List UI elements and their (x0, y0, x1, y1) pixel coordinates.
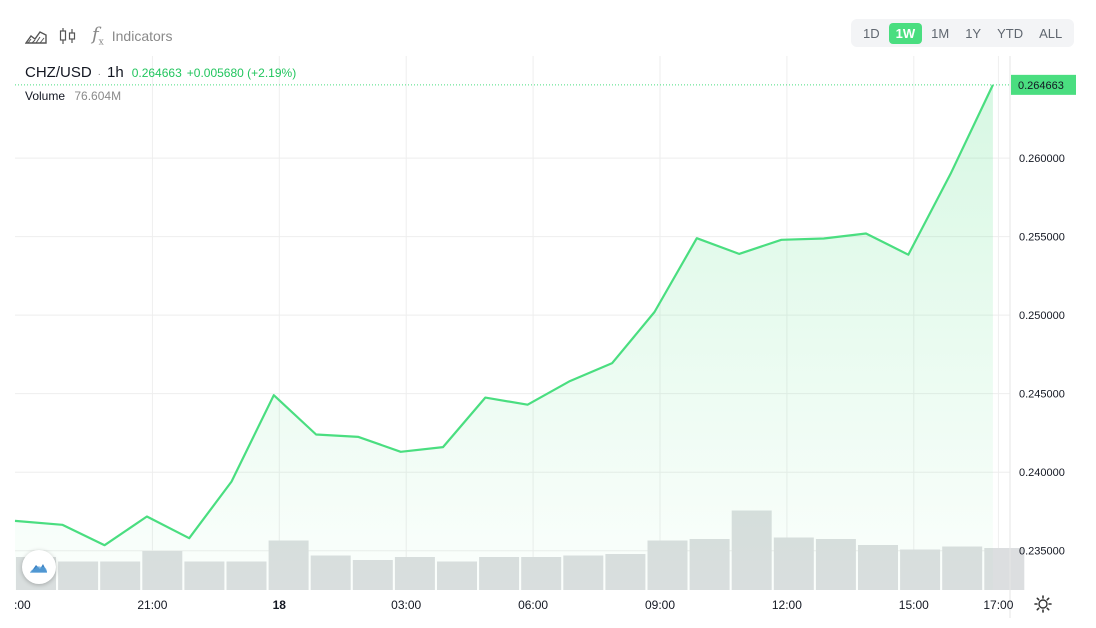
last-price: 0.264663 (131, 66, 182, 80)
y-tick-label-1: 0.240000 (1019, 467, 1065, 479)
x-tick-label-5: 09:00 (645, 598, 675, 612)
chart-legend: CHZ/USD · 1h 0.264663 +0.005680 (+2.19%)… (25, 64, 297, 103)
y-tick-label-0: 0.235000 (1019, 546, 1065, 558)
x-tick-label-3: 03:00 (391, 598, 421, 612)
last-price-badge-label: 0.264663 (1018, 80, 1064, 92)
x-tick-label-0: :00 (14, 598, 31, 612)
cloud-logo-icon (30, 564, 47, 573)
x-tick-label-4: 06:00 (518, 598, 548, 612)
x-tick-label-7: 15:00 (899, 598, 929, 612)
y-tick-label-2: 0.245000 (1019, 389, 1065, 401)
settings-gear-icon[interactable] (1034, 595, 1052, 613)
volume-label: Volume (25, 89, 66, 103)
x-tick-label-6: 12:00 (772, 598, 802, 612)
interval-label: 1h (107, 64, 124, 81)
x-tick-label-2: 18 (273, 598, 287, 612)
tradingview-logo-button[interactable] (22, 550, 56, 584)
symbol-label: CHZ/USD (25, 64, 92, 81)
y-tick-label-4: 0.255000 (1019, 232, 1065, 244)
x-tick-label-8: 17:00 (983, 598, 1013, 612)
price-area (15, 84, 993, 591)
y-tick-label-3: 0.250000 (1019, 310, 1065, 322)
y-tick-label-5: 0.260000 (1019, 153, 1065, 165)
x-tick-label-1: 21:00 (137, 598, 167, 612)
price-change: +0.005680 (+2.19%) (186, 66, 297, 80)
volume-value: 76.604M (74, 89, 122, 103)
